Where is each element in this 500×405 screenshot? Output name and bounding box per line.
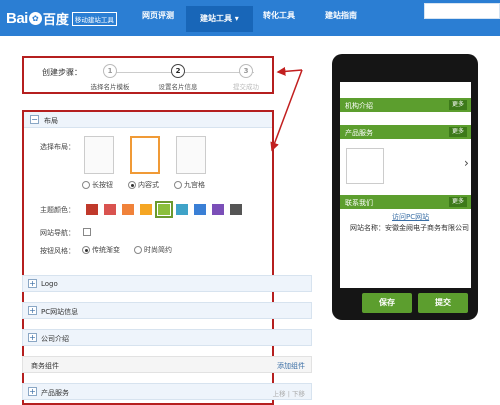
top-nav-bar: Bai ✿ 百度 移动建站工具 网页评测 建站工具 ▾ 转化工具 建站指南 [0,0,500,36]
more-button[interactable]: 更多 [448,127,467,137]
section-row-logo[interactable]: + Logo [22,275,312,292]
button-style-label: 按钮风格： [40,247,75,255]
layout-radio-long-button[interactable]: 长按钮 [82,180,113,190]
step-1: 1 选择名片模板 [80,64,140,91]
theme-color-swatch[interactable] [86,204,98,215]
baidu-logo[interactable]: Bai ✿ 百度 移动建站工具 [6,9,117,28]
collapse-icon[interactable]: − [30,115,39,124]
layout-radio-content[interactable]: 内容式 [128,180,159,190]
steps-label: 创建步骤： [42,68,82,77]
layout-thumb-long-button[interactable] [84,136,114,174]
move-up-down-links[interactable]: 上移 | 下移 [273,388,305,398]
expand-icon[interactable]: + [28,306,37,315]
visit-pc-site-link[interactable]: 访问PC网站 [392,212,429,222]
save-button[interactable]: 保存 [362,293,412,313]
product-image-placeholder [346,148,384,184]
creation-steps: 创建步骤： 1 选择名片模板 2 设置名片信息 3 提交成功 [22,56,274,94]
section-title: Logo [41,280,58,288]
layout-option-label: 九宫格 [184,181,205,189]
preview-section-bar: 联系我们 更多 [340,195,471,209]
preview-section-title: 联系我们 [345,199,373,207]
phone-preview-screen: 机构介绍 更多 产品服务 更多 › 联系我们 更多 访问PC网站 网站名称：安徽… [340,82,471,288]
preview-section-title: 机构介绍 [345,102,373,110]
theme-color-swatch[interactable] [104,204,116,215]
preview-section-title: 产品服务 [345,129,373,137]
step-number: 1 [103,64,117,78]
theme-color-swatch[interactable] [230,204,242,215]
arrow-to-steps [276,66,303,76]
site-name-text: 网站名称：安徽金阙电子商务有限公司 [350,224,469,232]
site-nav-label: 网站导航： [40,229,75,237]
layout-section-title: 布局 [44,117,58,125]
expand-icon[interactable]: + [28,387,37,396]
radio-selected-icon [82,246,90,254]
section-row-company-intro[interactable]: + 公司介绍 [22,329,312,346]
section-title: 产品服务 [41,389,69,397]
section-row-product-service[interactable]: + 产品服务 上移 | 下移 [22,383,312,400]
step-3: 3 提交成功 [216,64,276,91]
arrow-to-layout [270,69,303,152]
step-number: 3 [239,64,253,78]
section-row-pc-site-info[interactable]: + PC网站信息 [22,302,312,319]
chevron-right-icon[interactable]: › [464,156,469,170]
submit-button[interactable]: 提交 [418,293,468,313]
section-title: 公司介绍 [41,335,69,343]
nav-item-web-evaluation[interactable]: 网页评测 [142,10,174,21]
search-input[interactable] [424,3,500,19]
radio-selected-icon [128,181,136,189]
radio-icon [174,181,182,189]
theme-color-swatch[interactable] [176,204,188,215]
radio-icon [134,246,142,254]
layout-label: 选择布局： [40,143,75,151]
step-label: 选择名片模板 [90,83,130,91]
logo-text-bai: Bai [6,10,28,27]
expand-icon[interactable]: + [28,279,37,288]
expand-icon[interactable]: + [28,333,37,342]
add-component-link[interactable]: 添加组件 [277,361,305,371]
business-components-title: 商务组件 [31,362,59,370]
theme-color-swatch[interactable] [212,204,224,215]
more-button[interactable]: 更多 [448,100,467,110]
button-style-radio-gradient[interactable]: 传统渐变 [82,245,120,255]
preview-section-bar: 产品服务 更多 [340,125,471,139]
step-number: 2 [171,64,185,78]
preview-section-bar: 机构介绍 更多 [340,98,471,112]
layout-thumb-grid[interactable] [176,136,206,174]
site-nav-checkbox[interactable] [83,228,91,236]
layout-option-label: 长按钮 [92,181,113,189]
button-style-option: 时尚简约 [144,246,172,254]
step-label: 设置名片信息 [158,83,198,91]
layout-section-header[interactable]: − 布局 [24,112,272,128]
nav-item-site-guide[interactable]: 建站指南 [325,10,357,21]
theme-color-swatch[interactable] [194,204,206,215]
theme-color-swatch[interactable] [122,204,134,215]
radio-icon [82,181,90,189]
button-style-radio-simple[interactable]: 时尚简约 [134,245,172,255]
layout-radio-grid[interactable]: 九宫格 [174,180,205,190]
nav-item-conversion-tools[interactable]: 转化工具 [263,10,295,21]
section-title: PC网站信息 [41,308,79,316]
business-components-row: 商务组件 添加组件 [22,356,312,373]
paw-icon: ✿ [28,12,42,25]
layout-option-label: 内容式 [138,181,159,189]
layout-thumb-content[interactable] [130,136,160,174]
more-button[interactable]: 更多 [448,197,467,207]
theme-color-swatch[interactable] [140,204,152,215]
logo-text-du: 百度 [42,12,69,27]
step-label: 提交成功 [233,83,259,91]
step-2: 2 设置名片信息 [148,64,208,91]
button-style-option: 传统渐变 [92,246,120,254]
nav-item-site-tools[interactable]: 建站工具 ▾ [186,6,253,32]
theme-color-label: 主题颜色： [40,206,75,214]
logo-tag: 移动建站工具 [71,11,117,26]
theme-color-swatch[interactable] [155,201,173,218]
